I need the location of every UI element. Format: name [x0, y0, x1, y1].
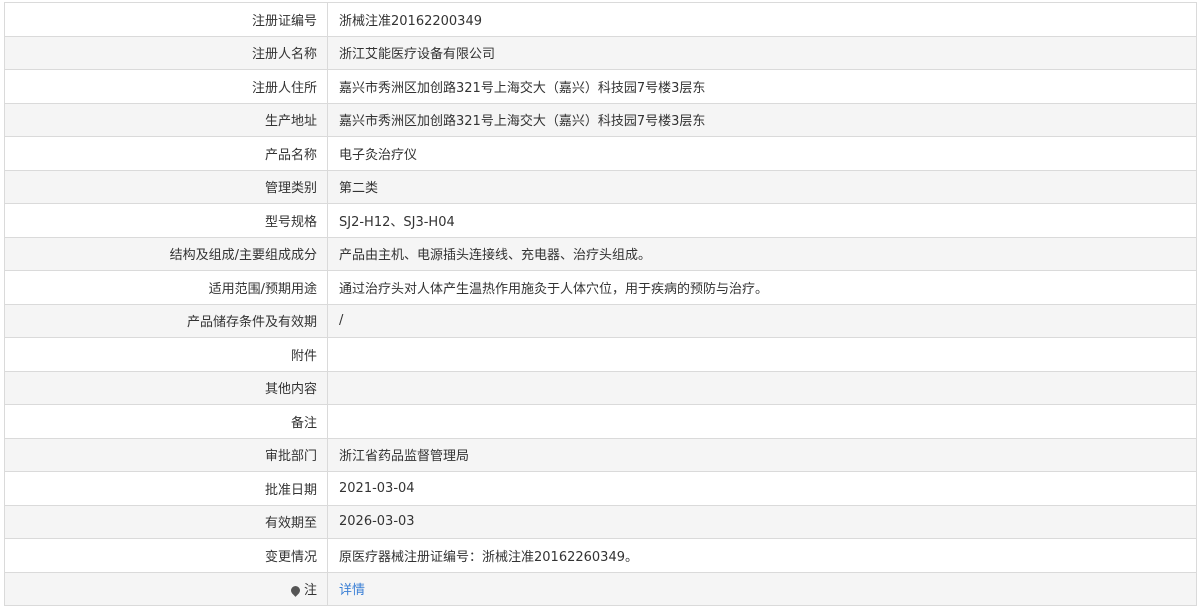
table-row-note: 注 详情 — [4, 571, 1197, 606]
row-value: 原医疗器械注册证编号：浙械注准20162260349。 — [327, 538, 1197, 573]
row-value: 第二类 — [327, 169, 1197, 204]
row-value: 2021-03-04 — [327, 471, 1197, 506]
row-label: 型号规格 — [4, 203, 328, 238]
note-label: 注 — [303, 583, 317, 599]
row-label: 适用范围/预期用途 — [4, 270, 328, 305]
table-row-registrant-name: 注册人名称 浙江艾能医疗设备有限公司 — [4, 35, 1197, 70]
table-row-intended-use: 适用范围/预期用途 通过治疗头对人体产生温热作用施灸于人体穴位，用于疾病的预防与… — [4, 270, 1197, 305]
row-value: 嘉兴市秀洲区加创路321号上海交大（嘉兴）科技园7号楼3层东 — [327, 69, 1197, 104]
table-row-other-content: 其他内容 — [4, 370, 1197, 405]
row-label: 批准日期 — [4, 471, 328, 506]
row-value: 电子灸治疗仪 — [327, 136, 1197, 171]
row-label: 备注 — [4, 404, 328, 439]
row-label: 附件 — [4, 337, 328, 372]
row-value: 通过治疗头对人体产生温热作用施灸于人体穴位，用于疾病的预防与治疗。 — [327, 270, 1197, 305]
row-label: 有效期至 — [4, 504, 328, 539]
row-value — [327, 337, 1197, 372]
row-label: 生产地址 — [4, 102, 328, 137]
row-value — [327, 404, 1197, 439]
table-row-registrant-address: 注册人住所 嘉兴市秀洲区加创路321号上海交大（嘉兴）科技园7号楼3层东 — [4, 69, 1197, 104]
table-row-registration-number: 注册证编号 浙械注准20162200349 — [4, 2, 1197, 37]
table-row-approval-date: 批准日期 2021-03-04 — [4, 471, 1197, 506]
details-link[interactable]: 详情 — [339, 583, 365, 598]
registration-details-table: 注册证编号 浙械注准20162200349 注册人名称 浙江艾能医疗设备有限公司… — [4, 2, 1197, 606]
row-label: 注册证编号 — [4, 2, 328, 37]
table-row-model-spec: 型号规格 SJ2-H12、SJ3-H04 — [4, 203, 1197, 238]
row-value: 产品由主机、电源插头连接线、充电器、治疗头组成。 — [327, 236, 1197, 271]
row-label: 变更情况 — [4, 538, 328, 573]
row-label: 管理类别 — [4, 169, 328, 204]
row-label: 注册人住所 — [4, 69, 328, 104]
row-value: 嘉兴市秀洲区加创路321号上海交大（嘉兴）科技园7号楼3层东 — [327, 102, 1197, 137]
row-label: 审批部门 — [4, 437, 328, 472]
row-value: 浙械注准20162200349 — [327, 2, 1197, 37]
row-value: SJ2-H12、SJ3-H04 — [327, 203, 1197, 238]
row-label: 注册人名称 — [4, 35, 328, 70]
row-value — [327, 370, 1197, 405]
table-row-product-name: 产品名称 电子灸治疗仪 — [4, 136, 1197, 171]
table-row-change-history: 变更情况 原医疗器械注册证编号：浙械注准20162260349。 — [4, 538, 1197, 573]
table-row-management-category: 管理类别 第二类 — [4, 169, 1197, 204]
table-row-production-address: 生产地址 嘉兴市秀洲区加创路321号上海交大（嘉兴）科技园7号楼3层东 — [4, 102, 1197, 137]
pin-icon — [289, 584, 302, 598]
table-row-storage-validity: 产品储存条件及有效期 / — [4, 303, 1197, 338]
table-row-valid-until: 有效期至 2026-03-03 — [4, 504, 1197, 539]
table-row-remarks: 备注 — [4, 404, 1197, 439]
row-label: 结构及组成/主要组成成分 — [4, 236, 328, 271]
row-value: 浙江省药品监督管理局 — [327, 437, 1197, 472]
note-value-cell: 详情 — [327, 571, 1197, 606]
table-row-structure-composition: 结构及组成/主要组成成分 产品由主机、电源插头连接线、充电器、治疗头组成。 — [4, 236, 1197, 271]
row-label: 其他内容 — [4, 370, 328, 405]
row-label: 产品名称 — [4, 136, 328, 171]
row-value: 浙江艾能医疗设备有限公司 — [327, 35, 1197, 70]
table-row-attachments: 附件 — [4, 337, 1197, 372]
row-label: 产品储存条件及有效期 — [4, 303, 328, 338]
note-label-cell: 注 — [4, 571, 328, 606]
table-row-approval-department: 审批部门 浙江省药品监督管理局 — [4, 437, 1197, 472]
row-value: 2026-03-03 — [327, 504, 1197, 539]
row-value: / — [327, 303, 1197, 338]
